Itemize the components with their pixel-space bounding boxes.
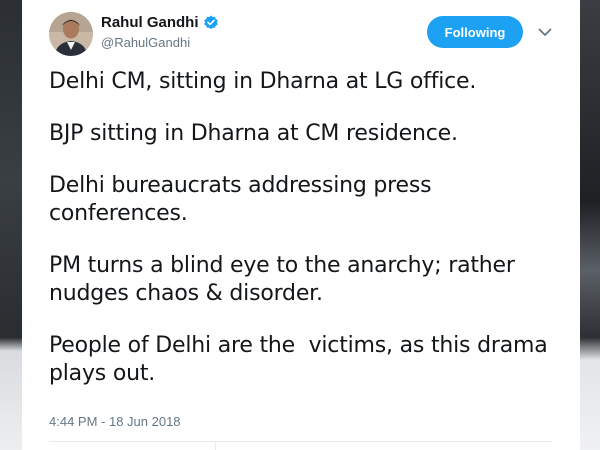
tweet-card: Rahul Gandhi @RahulGandhi Following Delh… [22, 0, 580, 450]
tweet-paragraph: PM turns a blind eye to the anarchy; rat… [49, 253, 515, 306]
divider [49, 441, 552, 442]
background-left [0, 0, 22, 450]
author-row: Rahul Gandhi [101, 14, 219, 32]
verified-badge-icon [203, 15, 219, 31]
tweet-paragraph: Delhi bureaucrats addressing press confe… [49, 173, 432, 226]
background-right [580, 0, 600, 450]
author-handle[interactable]: @RahulGandhi [101, 35, 190, 51]
tweet-paragraph: BJP sitting in Dharna at CM residence. [49, 121, 458, 146]
author-name[interactable]: Rahul Gandhi [101, 14, 199, 32]
tweet-text: Delhi CM, sitting in Dharna at LG office… [49, 68, 569, 388]
avatar[interactable] [49, 12, 93, 56]
tweet-paragraph: People of Delhi are the victims, as this… [49, 333, 548, 386]
divider [215, 441, 216, 450]
following-button[interactable]: Following [427, 16, 523, 48]
chevron-down-icon[interactable] [537, 24, 553, 40]
tweet-timestamp[interactable]: 4:44 PM - 18 Jun 2018 [49, 414, 181, 430]
tweet-paragraph: Delhi CM, sitting in Dharna at LG office… [49, 69, 477, 94]
